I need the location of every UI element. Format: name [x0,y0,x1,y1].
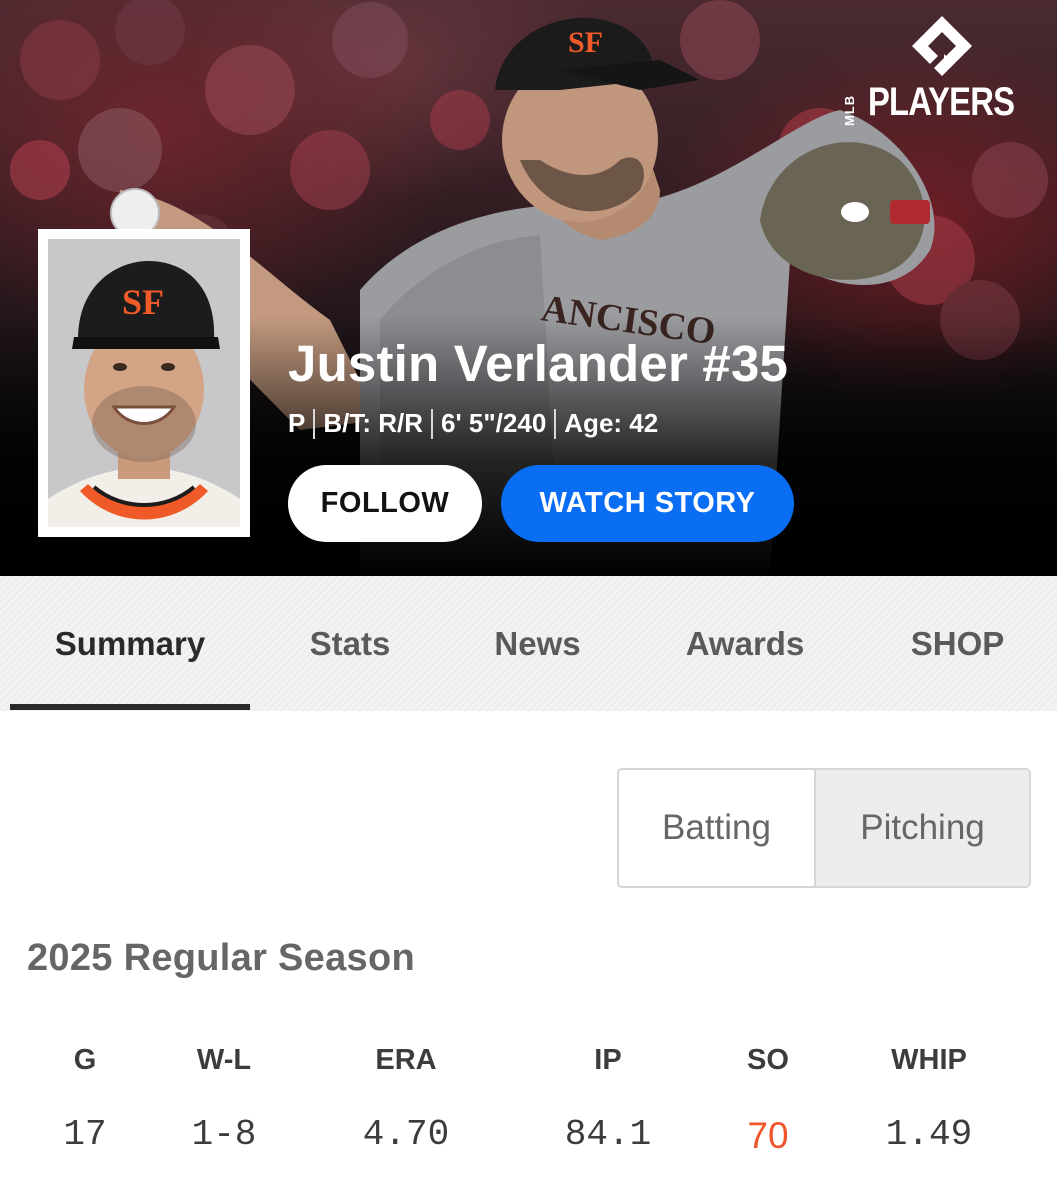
active-tab-indicator [10,704,250,710]
diamond-logo-icon [912,16,972,76]
stat-header-g: G [73,1044,97,1076]
stat-value-whip: 1.49 [885,1114,973,1155]
stat-header-w-l: W-L [196,1044,252,1076]
stat-header-so: SO [747,1044,789,1076]
stat-type-toggle: Batting Pitching [617,768,1031,888]
stat-value-g: 17 [63,1114,107,1155]
svg-text:SF: SF [568,26,603,59]
watch-story-button[interactable]: WATCH STORY [501,465,794,542]
svg-text:SF: SF [122,282,164,322]
batting-toggle-button[interactable]: Batting [619,770,816,886]
tab-summary[interactable]: Summary [10,576,250,711]
tab-news[interactable]: News [455,576,620,711]
player-height-weight: 6' 5"/240 [441,408,547,438]
follow-button[interactable]: FOLLOW [288,465,482,542]
player-hero-banner: SF ANCISCO MLB PLAYERS [0,0,1057,576]
tab-awards[interactable]: Awards [650,576,840,711]
pitching-toggle-button[interactable]: Pitching [816,770,1029,886]
stat-header-era: ERA [375,1044,437,1076]
player-meta-line: P B/T: R/R 6' 5"/240 Age: 42 [288,408,658,439]
stat-value-ip: 84.1 [564,1114,652,1155]
stat-header-whip: WHIP [891,1044,967,1076]
headshot-image: SF [48,239,240,527]
stat-header-ip: IP [594,1044,622,1076]
mlb-players-logo[interactable]: MLB PLAYERS [842,14,1042,126]
player-headshot-card: SF [38,229,250,537]
meta-divider [313,408,316,439]
player-position: P [288,408,306,438]
player-name: Justin Verlander #35 [288,335,789,392]
profile-tab-bar: Summary Stats News Awards SHOP [0,576,1057,711]
tab-stats[interactable]: Stats [270,576,430,711]
stat-value-so[interactable]: 70 [747,1115,788,1157]
meta-divider [554,408,557,439]
tab-shop[interactable]: SHOP [870,576,1045,711]
meta-divider [431,408,434,439]
stat-value-era: 4.70 [362,1114,450,1155]
stat-value-w-l: 1-8 [191,1114,257,1155]
headshot-portrait: SF [48,239,240,527]
player-bats-throws: B/T: R/R [323,408,424,438]
player-age: Age: 42 [564,408,659,438]
players-wordmark: PLAYERS [868,80,1015,124]
season-title: 2025 Regular Season [27,937,416,979]
